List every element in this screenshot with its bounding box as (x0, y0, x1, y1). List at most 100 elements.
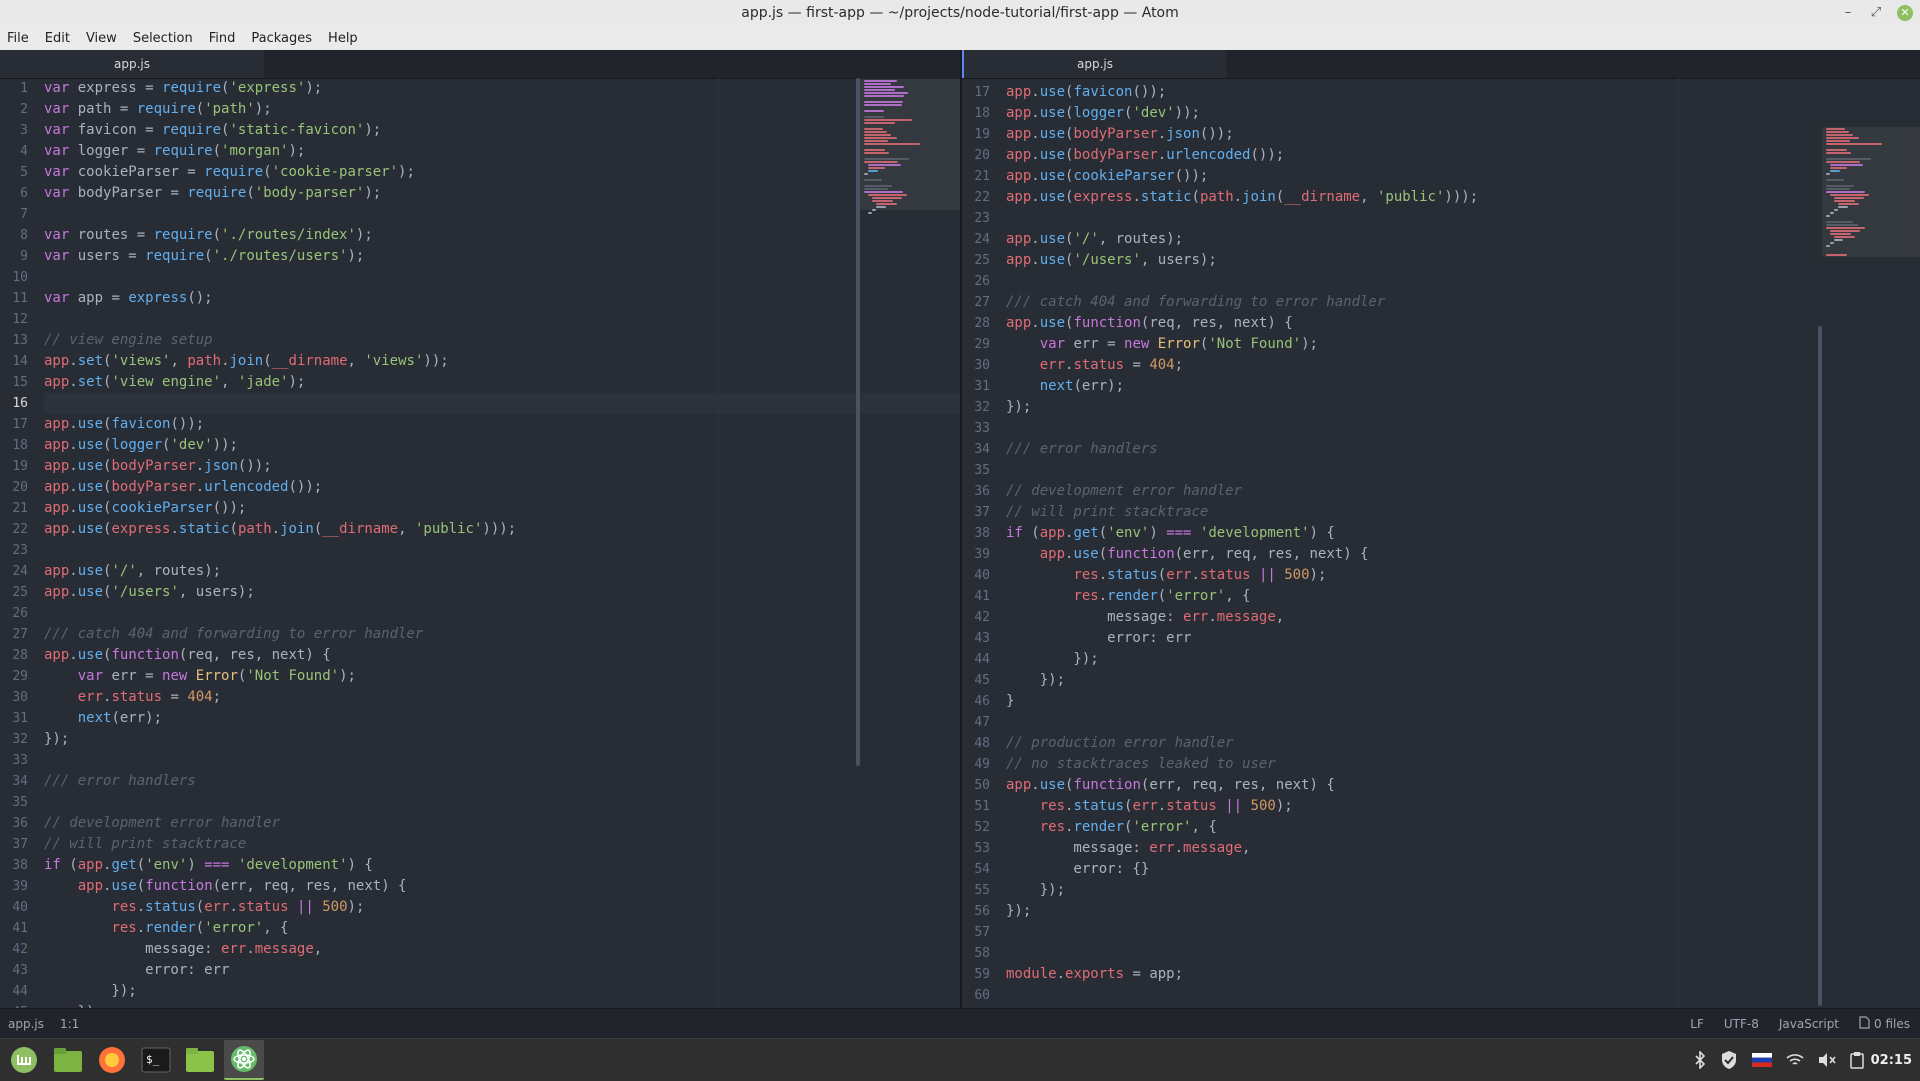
code-line[interactable]: app.use('/users', users); (1006, 250, 1920, 271)
code-line[interactable]: // will print stacktrace (44, 834, 960, 855)
code-line[interactable] (44, 792, 960, 813)
code-line[interactable]: // development error handler (44, 813, 960, 834)
code-line[interactable] (44, 540, 960, 561)
folder-icon[interactable] (180, 1041, 220, 1079)
code-line[interactable]: res.status(err.status || 500); (1006, 796, 1920, 817)
editor-pane-right[interactable]: app.js 17 18 19 20 21 22 23 24 25 26 27 28 29 30 31 32 3… (962, 50, 1920, 1008)
tab-app-js-right[interactable]: app.js (962, 50, 1226, 78)
close-icon[interactable]: ✕ (1897, 5, 1913, 21)
code-line[interactable]: if (app.get('env') === 'development') { (44, 855, 960, 876)
code-line[interactable]: next(err); (1006, 376, 1920, 397)
code-line[interactable]: }); (1006, 901, 1920, 922)
clipboard-icon[interactable] (1849, 1051, 1864, 1069)
code-line[interactable]: app.use('/', routes); (44, 561, 960, 582)
code-line[interactable] (1006, 943, 1920, 964)
line-number-gutter-right[interactable]: 17 18 19 20 21 22 23 24 25 26 27 28 29 30 31 32 33 34 35 36… (962, 82, 998, 1006)
code-line[interactable]: var express = require('express'); (44, 78, 960, 99)
menu-view[interactable]: View (78, 31, 125, 46)
code-line[interactable]: app.use(favicon()); (44, 414, 960, 435)
code-line[interactable] (44, 267, 960, 288)
scrollbar-left[interactable] (856, 78, 860, 766)
code-line[interactable]: error: err (44, 960, 960, 981)
code-line[interactable]: app.use(express.static(path.join(__dirna… (1006, 187, 1920, 208)
mint-menu-icon[interactable] (4, 1041, 44, 1079)
code-line[interactable]: /// catch 404 and forwarding to error ha… (44, 624, 960, 645)
code-line[interactable]: app.set('views', path.join(__dirname, 'v… (44, 351, 960, 372)
code-line[interactable] (44, 750, 960, 771)
code-line[interactable]: message: err.message, (1006, 838, 1920, 859)
code-line[interactable]: app.use(function(err, req, res, next) { (44, 876, 960, 897)
code-line[interactable]: error: err (1006, 628, 1920, 649)
code-line[interactable] (44, 393, 960, 414)
code-line[interactable]: app.use('/users', users); (44, 582, 960, 603)
line-number-gutter-left[interactable]: 1 2 3 4 5 6 7 8 9 10 11 12 13 14 15 16 17 18 19 20 21 22 23 24 2… (0, 78, 36, 1008)
code-line[interactable]: // will print stacktrace (1006, 502, 1920, 523)
code-line[interactable]: message: err.message, (1006, 607, 1920, 628)
code-line[interactable]: } (1006, 691, 1920, 712)
code-line[interactable]: message: err.message, (44, 939, 960, 960)
code-line[interactable]: /// error handlers (44, 771, 960, 792)
shield-icon[interactable] (1720, 1050, 1738, 1070)
code-line[interactable]: /// error handlers (1006, 439, 1920, 460)
status-grammar[interactable]: JavaScript (1769, 1017, 1849, 1031)
code-line[interactable]: app.use(function(req, res, next) { (1006, 313, 1920, 334)
code-line[interactable]: app.use(bodyParser.urlencoded()); (1006, 145, 1920, 166)
atom-icon[interactable] (224, 1040, 264, 1080)
code-line[interactable]: }); (1006, 397, 1920, 418)
code-line[interactable]: var favicon = require('static-favicon'); (44, 120, 960, 141)
minimize-icon[interactable]: – (1838, 3, 1858, 23)
code-line[interactable]: var routes = require('./routes/index'); (44, 225, 960, 246)
code-line[interactable]: var cookieParser = require('cookie-parse… (44, 162, 960, 183)
editor-pane-left[interactable]: app.js 1 2 3 4 5 6 7 8 9 10 11 12 13 14 15 16 17 18 19 20 21… (0, 50, 960, 1008)
code-line[interactable]: var logger = require('morgan'); (44, 141, 960, 162)
wifi-icon[interactable] (1786, 1053, 1804, 1067)
code-line[interactable]: app.use(logger('dev')); (1006, 103, 1920, 124)
code-line[interactable]: if (app.get('env') === 'development') { (1006, 523, 1920, 544)
minimap-left[interactable] (860, 78, 960, 1008)
code-line[interactable]: }); (44, 729, 960, 750)
code-line[interactable]: res.status(err.status || 500); (1006, 565, 1920, 586)
menu-find[interactable]: Find (201, 31, 244, 46)
code-line[interactable]: app.use(bodyParser.json()); (1006, 124, 1920, 145)
code-line[interactable]: app.use(logger('dev')); (44, 435, 960, 456)
tab-app-js-left[interactable]: app.js (0, 50, 264, 78)
status-file-name[interactable]: app.js (0, 1017, 52, 1031)
code-line[interactable]: // view engine setup (44, 330, 960, 351)
terminal-icon[interactable]: $_ (136, 1041, 176, 1079)
code-line[interactable]: // production error handler (1006, 733, 1920, 754)
code-line[interactable]: }); (1006, 670, 1920, 691)
code-line[interactable]: app.use(bodyParser.json()); (44, 456, 960, 477)
code-line[interactable]: }); (44, 981, 960, 1002)
keyboard-layout-flag-icon[interactable] (1751, 1053, 1772, 1067)
code-line[interactable]: var err = new Error('Not Found'); (44, 666, 960, 687)
code-line[interactable] (1006, 985, 1920, 1006)
code-line[interactable]: app.use('/', routes); (1006, 229, 1920, 250)
code-line[interactable]: var err = new Error('Not Found'); (1006, 334, 1920, 355)
code-line[interactable] (44, 309, 960, 330)
menu-packages[interactable]: Packages (243, 31, 320, 46)
menu-selection[interactable]: Selection (125, 31, 201, 46)
status-git-files[interactable]: 0 files (1849, 1016, 1920, 1032)
code-line[interactable]: }); (1006, 880, 1920, 901)
volume-muted-icon[interactable] (1818, 1052, 1836, 1068)
menu-edit[interactable]: Edit (37, 31, 78, 46)
code-line[interactable]: var bodyParser = require('body-parser'); (44, 183, 960, 204)
files-icon[interactable] (48, 1041, 88, 1079)
code-line[interactable]: err.status = 404; (1006, 355, 1920, 376)
menu-help[interactable]: Help (320, 31, 366, 46)
code-line[interactable] (1006, 922, 1920, 943)
minimap-right[interactable] (1822, 78, 1920, 1008)
code-line[interactable]: /// catch 404 and forwarding to error ha… (1006, 292, 1920, 313)
code-line[interactable]: var app = express(); (44, 288, 960, 309)
code-line[interactable]: res.render('error', { (1006, 586, 1920, 607)
bluetooth-icon[interactable] (1694, 1051, 1706, 1069)
status-cursor-position[interactable]: 1:1 (52, 1017, 87, 1031)
code-line[interactable]: // no stacktraces leaked to user (1006, 754, 1920, 775)
code-line[interactable]: app.set('view engine', 'jade'); (44, 372, 960, 393)
code-line[interactable]: app.use(favicon()); (1006, 82, 1920, 103)
code-line[interactable]: app.use(function(err, req, res, next) { (1006, 544, 1920, 565)
scrollbar-right[interactable] (1818, 326, 1822, 1006)
code-line[interactable] (44, 603, 960, 624)
code-line[interactable]: module.exports = app; (1006, 964, 1920, 985)
code-editor-left[interactable]: var express = require('express'); var pat… (44, 78, 960, 1008)
